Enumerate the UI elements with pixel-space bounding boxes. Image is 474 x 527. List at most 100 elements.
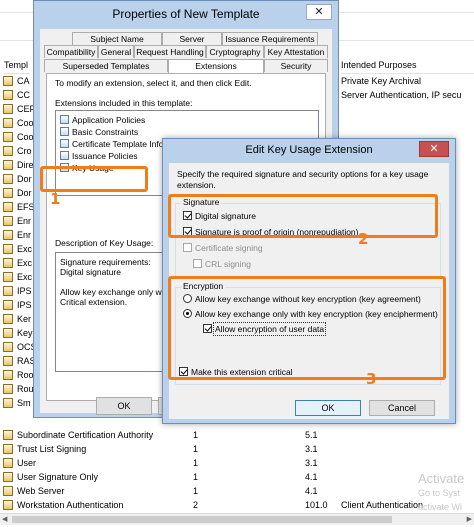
template-name: Workstation Authentication bbox=[17, 500, 124, 510]
column-header-intended-purposes[interactable]: Intended Purposes bbox=[341, 60, 474, 74]
table-row[interactable]: Web Server 1 4.1 bbox=[0, 484, 474, 498]
template-name: Rou bbox=[17, 384, 34, 394]
horizontal-scrollbar[interactable]: ◀ ▶ bbox=[0, 513, 474, 525]
crl-signing-checkbox[interactable]: CRL signing bbox=[193, 259, 251, 270]
certificate-template-icon bbox=[3, 356, 13, 366]
certificate-template-icon bbox=[3, 384, 13, 394]
close-icon[interactable]: ✕ bbox=[306, 4, 332, 20]
table-row[interactable]: Workstation Authentication 2 101.0 Client A… bbox=[0, 498, 474, 512]
tab-key-attestation[interactable]: Key Attestation bbox=[264, 45, 328, 58]
extensions-list-label: Extensions included in this template: bbox=[55, 98, 193, 108]
certificate-template-icon bbox=[3, 370, 13, 380]
certificate-template-icon bbox=[3, 174, 13, 184]
certificate-signing-checkbox[interactable]: Certificate signing bbox=[183, 243, 263, 254]
template-name: Ker bbox=[17, 314, 32, 324]
scroll-left-icon[interactable]: ◀ bbox=[2, 515, 7, 523]
ok-button[interactable]: OK bbox=[96, 397, 152, 415]
instruction-text: To modify an extension, select it, and t… bbox=[55, 78, 252, 88]
certificate-template-icon bbox=[3, 430, 13, 440]
dialog-description: Specify the required signature and secur… bbox=[177, 169, 429, 190]
ok-button[interactable]: OK bbox=[295, 400, 361, 416]
template-purposes: Server Authentication, IP secu bbox=[341, 90, 462, 100]
certificate-template-icon bbox=[3, 500, 13, 510]
list-item[interactable]: Certificate Template Informa bbox=[60, 138, 178, 150]
certificate-template-icon bbox=[3, 458, 13, 468]
certificate-template-icon bbox=[3, 132, 13, 142]
table-row[interactable]: User Signature Only 1 4.1 bbox=[0, 470, 474, 484]
template-schema-version: 1 bbox=[193, 458, 199, 468]
template-version: 5.1 bbox=[305, 430, 318, 440]
extension-icon bbox=[60, 127, 69, 136]
scroll-right-icon[interactable]: ▶ bbox=[467, 515, 472, 523]
list-item[interactable]: Basic Constraints bbox=[60, 126, 138, 138]
template-name: Exc bbox=[17, 272, 33, 282]
template-name: IPS bbox=[17, 286, 32, 296]
template-name: Enr bbox=[17, 230, 32, 240]
certificate-template-icon bbox=[3, 486, 13, 496]
template-name: Enr bbox=[17, 216, 32, 226]
tab-cryptography[interactable]: Cryptography bbox=[206, 45, 264, 58]
certificate-template-icon bbox=[3, 202, 13, 212]
extension-icon bbox=[60, 151, 69, 160]
tab-subject-name[interactable]: Subject Name bbox=[72, 32, 162, 45]
dialog-title: Edit Key Usage Extension bbox=[245, 144, 373, 156]
tab-security[interactable]: Security bbox=[264, 59, 328, 72]
certificate-template-icon bbox=[3, 286, 13, 296]
template-name: Web Server bbox=[17, 486, 65, 496]
table-row[interactable]: User 1 3.1 bbox=[0, 456, 474, 470]
cancel-button[interactable]: Cancel bbox=[369, 400, 435, 416]
template-name: CA bbox=[17, 76, 30, 86]
template-name: Roo bbox=[17, 370, 34, 380]
template-name: Cro bbox=[17, 146, 32, 156]
annotation-box-1 bbox=[40, 166, 148, 192]
certificate-template-icon bbox=[3, 398, 13, 408]
template-version: 3.1 bbox=[305, 444, 318, 454]
certificate-template-icon bbox=[3, 160, 13, 170]
template-name: IPS bbox=[17, 300, 32, 310]
checkbox-unchecked-icon bbox=[183, 243, 192, 252]
certificate-template-icon bbox=[3, 328, 13, 338]
certificate-template-icon bbox=[3, 472, 13, 482]
tab-extensions[interactable]: Extensions bbox=[168, 59, 264, 73]
template-name: Dor bbox=[17, 174, 32, 184]
template-name: Dire bbox=[17, 160, 34, 170]
template-name: User Signature Only bbox=[17, 472, 99, 482]
certificate-template-icon bbox=[3, 146, 13, 156]
template-name: Trust List Signing bbox=[17, 444, 87, 454]
certificate-template-icon bbox=[3, 300, 13, 310]
template-name: Sm bbox=[17, 398, 31, 408]
template-name: Coo bbox=[17, 118, 34, 128]
description-label: Description of Key Usage: bbox=[55, 238, 154, 248]
table-row[interactable]: Subordinate Certification Authority 1 5.1 bbox=[0, 428, 474, 442]
list-item[interactable]: Issuance Policies bbox=[60, 150, 138, 162]
template-version: 4.1 bbox=[305, 486, 318, 496]
certificate-template-icon bbox=[3, 90, 13, 100]
list-item[interactable]: Application Policies bbox=[60, 114, 145, 126]
template-name: Coo bbox=[17, 132, 34, 142]
column-header-name[interactable]: Templ bbox=[4, 60, 30, 74]
certificate-template-icon bbox=[3, 104, 13, 114]
annotation-number-3: 3 bbox=[366, 370, 377, 388]
template-version: 101.0 bbox=[305, 500, 328, 510]
annotation-box-3 bbox=[168, 276, 446, 380]
scrollbar-thumb[interactable] bbox=[12, 516, 392, 523]
tab-request-handling[interactable]: Request Handling bbox=[134, 45, 206, 58]
template-name: CC bbox=[17, 90, 30, 100]
tab-compatibility[interactable]: Compatibility bbox=[44, 45, 98, 58]
tab-general[interactable]: General bbox=[98, 45, 134, 58]
template-version: 4.1 bbox=[305, 472, 318, 482]
annotation-number-1: 1 bbox=[50, 190, 61, 208]
tab-issuance-requirements[interactable]: Issuance Requirements bbox=[222, 32, 318, 45]
template-schema-version: 1 bbox=[193, 430, 199, 440]
template-name: Exc bbox=[17, 244, 33, 254]
certificate-template-icon bbox=[3, 314, 13, 324]
close-icon[interactable]: ✕ bbox=[419, 141, 449, 157]
template-schema-version: 1 bbox=[193, 486, 199, 496]
tab-superseded-templates[interactable]: Superseded Templates bbox=[44, 59, 168, 72]
annotation-number-2: 2 bbox=[358, 230, 369, 248]
certificate-template-icon bbox=[3, 230, 13, 240]
tab-server[interactable]: Server bbox=[162, 32, 222, 45]
template-name: Subordinate Certification Authority bbox=[17, 430, 154, 440]
table-row[interactable]: Trust List Signing 1 3.1 bbox=[0, 442, 474, 456]
extension-icon bbox=[60, 115, 69, 124]
